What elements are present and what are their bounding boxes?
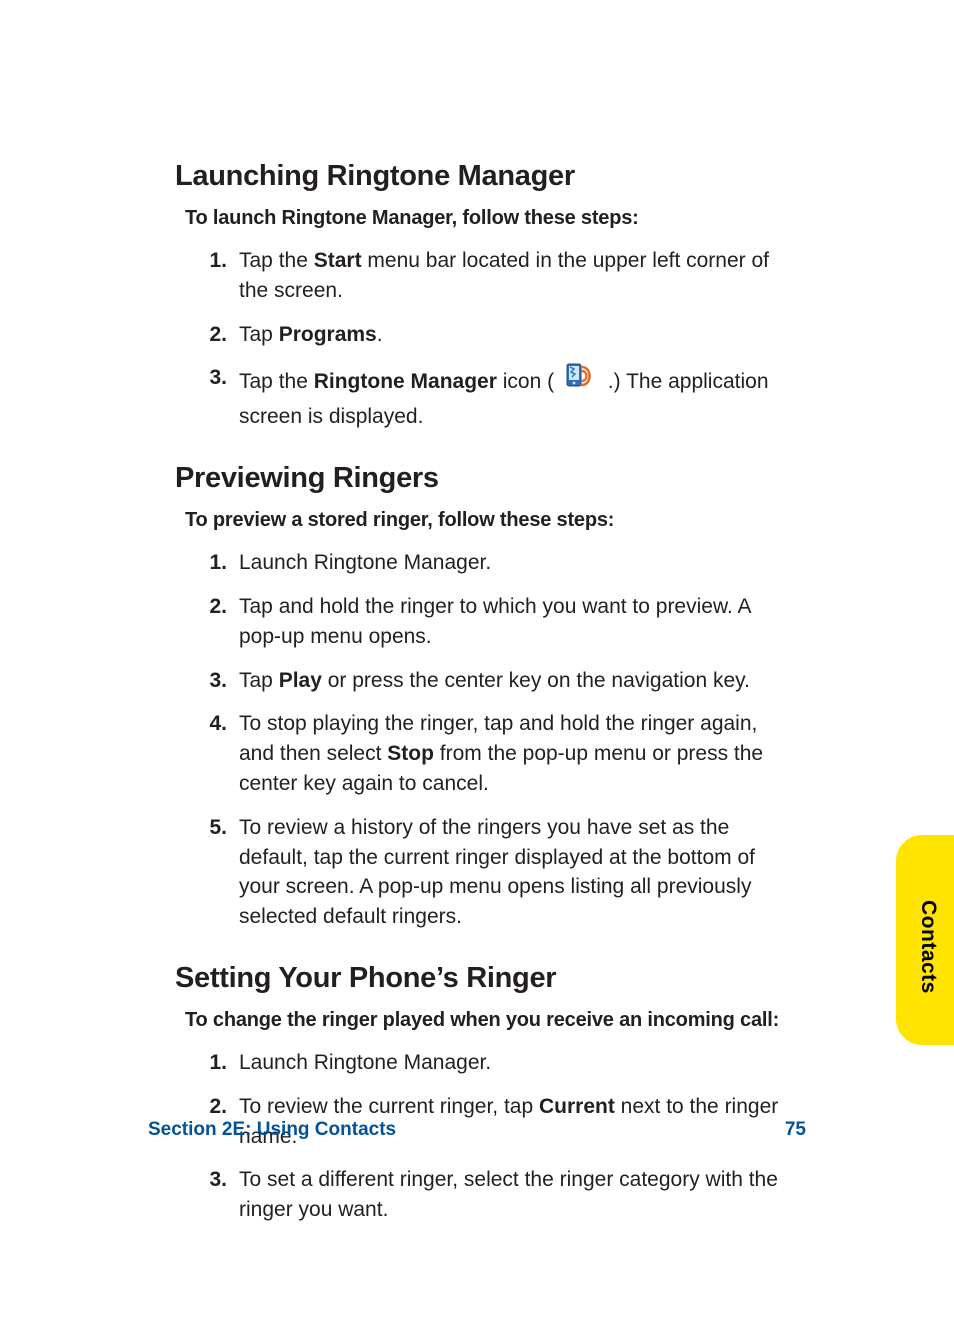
intro-launching: To launch Ringtone Manager, follow these…: [185, 207, 794, 230]
step-text: Tap the: [239, 370, 314, 393]
step-text: Tap: [239, 669, 279, 692]
step-text: To set a different ringer, select the ri…: [239, 1168, 778, 1221]
intro-setting-ringer: To change the ringer played when you rec…: [185, 1009, 794, 1032]
step-text: To review the current ringer, tap: [239, 1095, 539, 1118]
step-text: Launch Ringtone Manager.: [239, 1051, 491, 1074]
page-footer: Section 2E: Using Contacts 75: [148, 1119, 806, 1141]
step-text: Tap and hold the ringer to which you wan…: [239, 595, 750, 648]
section-tab-label: Contacts: [916, 900, 940, 994]
ui-term-start: Start: [314, 249, 362, 272]
ringtone-manager-icon: [566, 363, 596, 398]
footer-section-title: Section 2E: Using Contacts: [148, 1119, 396, 1141]
step-text: or press the center key on the navigatio…: [322, 669, 750, 692]
list-item: Launch Ringtone Manager.: [217, 1048, 794, 1078]
ui-term-current: Current: [539, 1095, 615, 1118]
list-item: Tap the Start menu bar located in the up…: [217, 246, 794, 306]
step-text: Launch Ringtone Manager.: [239, 551, 491, 574]
page-number: 75: [785, 1119, 806, 1141]
steps-previewing: Launch Ringtone Manager. Tap and hold th…: [175, 548, 794, 932]
ui-term-stop: Stop: [387, 742, 434, 765]
list-item: Tap the Ringtone Manager icon ( .) The a…: [217, 363, 794, 432]
list-item: Tap Programs.: [217, 320, 794, 350]
step-text: .: [377, 323, 383, 346]
step-text: icon (: [497, 370, 554, 393]
steps-launching: Tap the Start menu bar located in the up…: [175, 246, 794, 432]
list-item: To review a history of the ringers you h…: [217, 813, 794, 932]
list-item: To set a different ringer, select the ri…: [217, 1165, 794, 1225]
step-text: Tap the: [239, 249, 314, 272]
heading-launching: Launching Ringtone Manager: [175, 160, 794, 193]
intro-previewing: To preview a stored ringer, follow these…: [185, 509, 794, 532]
heading-setting-ringer: Setting Your Phone’s Ringer: [175, 962, 794, 995]
ui-term-ringtone-manager: Ringtone Manager: [314, 370, 497, 393]
list-item: Tap Play or press the center key on the …: [217, 666, 794, 696]
list-item: Launch Ringtone Manager.: [217, 548, 794, 578]
step-text: To review a history of the ringers you h…: [239, 816, 755, 928]
list-item: To stop playing the ringer, tap and hold…: [217, 709, 794, 798]
ui-term-play: Play: [279, 669, 322, 692]
list-item: Tap and hold the ringer to which you wan…: [217, 592, 794, 652]
ui-term-programs: Programs: [279, 323, 377, 346]
heading-previewing: Previewing Ringers: [175, 462, 794, 495]
step-text: Tap: [239, 323, 279, 346]
